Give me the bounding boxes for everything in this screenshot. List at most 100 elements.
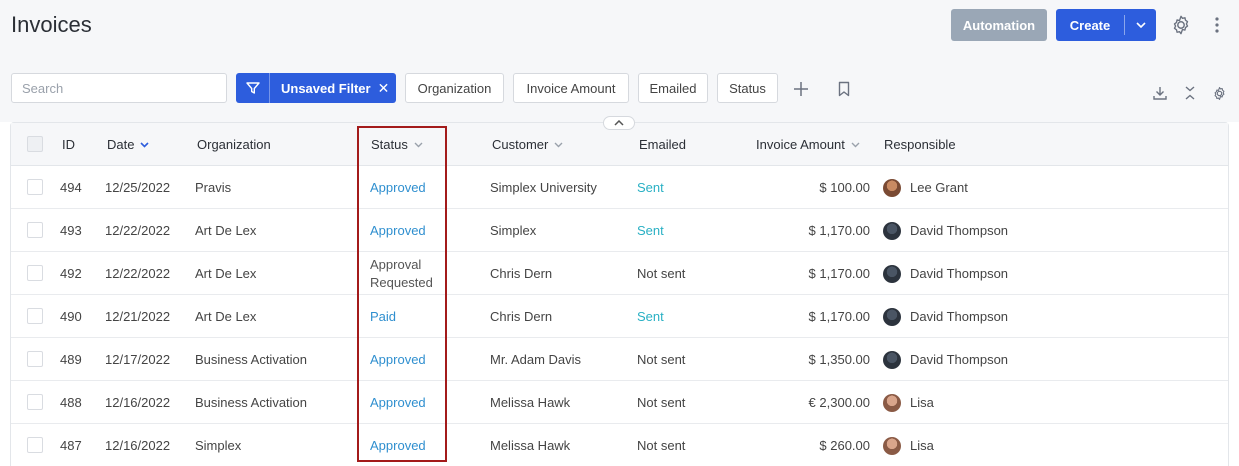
add-filter-plus-icon[interactable] [792, 80, 810, 98]
organization-name[interactable]: Business Activation [195, 352, 307, 367]
table-row[interactable]: 488 12/16/2022 Business Activation Approved… [11, 381, 1228, 424]
responsible-name[interactable]: Lisa [910, 438, 934, 453]
organization-name[interactable]: Art De Lex [195, 223, 256, 238]
column-header-id[interactable]: ID [62, 123, 75, 166]
status-label[interactable]: Approved [370, 223, 426, 238]
responsible-cell[interactable]: David Thompson [883, 252, 1008, 295]
column-header-organization[interactable]: Organization [197, 123, 271, 166]
filter-chip-emailed[interactable]: Emailed [638, 73, 708, 103]
status-label-cell[interactable]: Approved [370, 424, 426, 466]
status-label[interactable]: Approved [370, 438, 426, 453]
customer-name[interactable]: Simplex University [490, 180, 597, 195]
customer-name-cell[interactable]: Chris Dern [490, 295, 552, 338]
organization-name-cell[interactable]: Business Activation [195, 338, 307, 381]
customer-name-cell[interactable]: Chris Dern [490, 252, 552, 295]
filter-clear-icon[interactable]: ✕ [378, 80, 390, 97]
select-all-checkbox[interactable] [27, 136, 43, 152]
row-checkbox[interactable] [27, 179, 43, 195]
organization-name-cell[interactable]: Simplex [195, 424, 241, 466]
responsible-name[interactable]: David Thompson [910, 309, 1008, 324]
column-header-responsible[interactable]: Responsible [884, 123, 956, 166]
column-header-emailed[interactable]: Emailed [639, 123, 686, 166]
automation-button[interactable]: Automation [951, 9, 1047, 41]
customer-name[interactable]: Mr. Adam Davis [490, 352, 581, 367]
column-header-date[interactable]: Date [107, 123, 150, 166]
more-vertical-icon[interactable] [1205, 13, 1229, 37]
sort-desc-icon[interactable] [140, 141, 150, 148]
customer-name-cell[interactable]: Melissa Hawk [490, 424, 570, 466]
status-label[interactable]: Approved [370, 395, 426, 410]
column-header-status[interactable]: Status [371, 123, 423, 166]
row-checkbox[interactable] [27, 265, 43, 281]
customer-name-cell[interactable]: Melissa Hawk [490, 381, 570, 424]
organization-name[interactable]: Pravis [195, 180, 231, 195]
table-row[interactable]: 493 12/22/2022 Art De Lex Approved Simplex Se… [11, 209, 1228, 252]
status-label-cell[interactable]: Approved [370, 381, 426, 424]
unsaved-filter-button[interactable]: Unsaved Filter ✕ [236, 73, 396, 103]
status-label-cell[interactable]: Approval Requested [370, 252, 442, 295]
table-row[interactable]: 494 12/25/2022 Pravis Approved Simplex Unive… [11, 166, 1228, 209]
status-label[interactable]: Paid [370, 309, 396, 324]
customer-chevron-down-icon[interactable] [554, 142, 563, 148]
responsible-name[interactable]: David Thompson [910, 352, 1008, 367]
filter-chip-invoice-amount[interactable]: Invoice Amount [513, 73, 629, 103]
download-icon[interactable] [1151, 84, 1169, 102]
create-button[interactable]: Create [1056, 9, 1156, 41]
customer-name[interactable]: Chris Dern [490, 309, 552, 324]
status-label-cell[interactable]: Approved [370, 166, 426, 209]
organization-name-cell[interactable]: Art De Lex [195, 295, 256, 338]
organization-name-cell[interactable]: Art De Lex [195, 252, 256, 295]
responsible-cell[interactable]: David Thompson [883, 338, 1008, 381]
row-checkbox[interactable] [27, 308, 43, 324]
customer-name[interactable]: Simplex [490, 223, 536, 238]
search-input[interactable] [11, 73, 227, 103]
filter-chip-status[interactable]: Status [717, 73, 778, 103]
responsible-cell[interactable]: Lisa [883, 424, 934, 466]
organization-name[interactable]: Simplex [195, 438, 241, 453]
create-dropdown-icon[interactable] [1125, 9, 1156, 41]
status-label[interactable]: Approval Requested [370, 256, 442, 292]
organization-name[interactable]: Business Activation [195, 395, 307, 410]
row-checkbox[interactable] [27, 437, 43, 453]
collapse-filters-toggle[interactable] [603, 116, 635, 130]
customer-name-cell[interactable]: Simplex [490, 209, 536, 252]
status-label-cell[interactable]: Paid [370, 295, 396, 338]
organization-name-cell[interactable]: Pravis [195, 166, 231, 209]
table-row[interactable]: 487 12/16/2022 Simplex Approved Melissa Hawk… [11, 424, 1228, 466]
responsible-name[interactable]: David Thompson [910, 266, 1008, 281]
table-row[interactable]: 490 12/21/2022 Art De Lex Paid Chris Dern Sen… [11, 295, 1228, 338]
table-row[interactable]: 492 12/22/2022 Art De Lex Approval Requeste… [11, 252, 1228, 295]
organization-name-cell[interactable]: Art De Lex [195, 209, 256, 252]
responsible-cell[interactable]: David Thompson [883, 209, 1008, 252]
customer-name[interactable]: Melissa Hawk [490, 395, 570, 410]
organization-name[interactable]: Art De Lex [195, 266, 256, 281]
status-label-cell[interactable]: Approved [370, 209, 426, 252]
responsible-name[interactable]: David Thompson [910, 223, 1008, 238]
table-row[interactable]: 489 12/17/2022 Business Activation Approved… [11, 338, 1228, 381]
row-checkbox[interactable] [27, 394, 43, 410]
row-checkbox[interactable] [27, 222, 43, 238]
create-button-label[interactable]: Create [1056, 9, 1124, 41]
filter-funnel-icon[interactable] [236, 73, 270, 103]
responsible-cell[interactable]: David Thompson [883, 295, 1008, 338]
customer-name-cell[interactable]: Mr. Adam Davis [490, 338, 581, 381]
settings-gear-icon[interactable] [1169, 13, 1193, 37]
responsible-name[interactable]: Lisa [910, 395, 934, 410]
customer-name[interactable]: Chris Dern [490, 266, 552, 281]
status-label[interactable]: Approved [370, 352, 426, 367]
collapse-rows-icon[interactable] [1181, 84, 1199, 102]
status-label-cell[interactable]: Approved [370, 338, 426, 381]
bookmark-icon[interactable] [836, 80, 852, 98]
organization-name[interactable]: Art De Lex [195, 309, 256, 324]
row-checkbox[interactable] [27, 351, 43, 367]
responsible-cell[interactable]: Lee Grant [883, 166, 968, 209]
column-header-invoice-amount[interactable]: Invoice Amount [756, 123, 860, 166]
amount-chevron-down-icon[interactable] [851, 142, 860, 148]
responsible-name[interactable]: Lee Grant [910, 180, 968, 195]
filter-chip-organization[interactable]: Organization [405, 73, 504, 103]
customer-name-cell[interactable]: Simplex University [490, 166, 597, 209]
status-chevron-down-icon[interactable] [414, 142, 423, 148]
status-label[interactable]: Approved [370, 180, 426, 195]
customer-name[interactable]: Melissa Hawk [490, 438, 570, 453]
table-settings-gear-icon[interactable] [1210, 84, 1228, 102]
